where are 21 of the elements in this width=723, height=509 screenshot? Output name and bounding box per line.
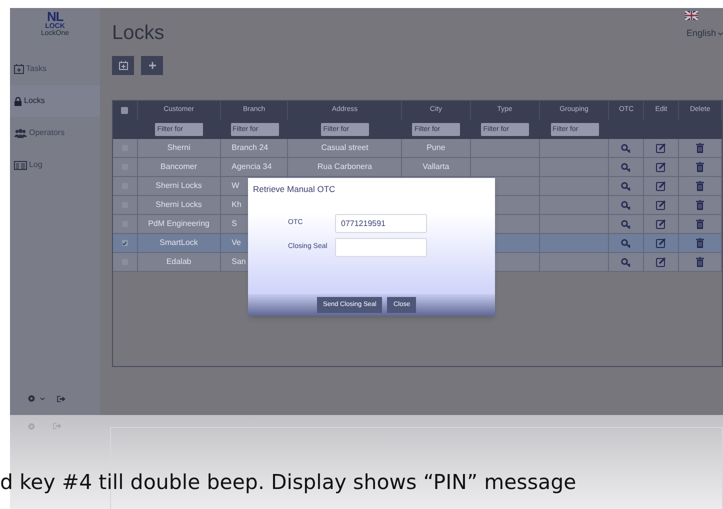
dialog-title: Retrieve Manual OTC [253,183,336,196]
table-cell: Sherni [167,142,190,154]
table-cell: Pune [426,142,446,154]
table-cell: Vallarta [422,161,450,173]
table-cell: S [232,218,237,230]
table-cell: Branch 24 [232,142,268,154]
table-cell: Edalab [166,256,192,268]
table-cell: Agencia 34 [232,161,272,173]
table-cell: PdM Engineering [148,218,210,230]
table-cell: Rua Carbonera [317,161,372,173]
table-cell: Casual street [321,142,368,154]
table-cell: Kh [232,199,242,211]
table-cell: Sherni Locks [156,180,202,192]
caption-text: d key #4 till double beep. Display shows “PIN” message [0,469,576,496]
table-cell: W [232,180,240,192]
table-cell: Bancomer [160,161,198,173]
table-cell: San [232,256,246,268]
table-cell: Sherni Locks [156,199,202,211]
page-title: Locks [112,21,164,46]
table-cell: Ve [232,237,241,249]
table-cell: SmartLock [160,237,198,249]
